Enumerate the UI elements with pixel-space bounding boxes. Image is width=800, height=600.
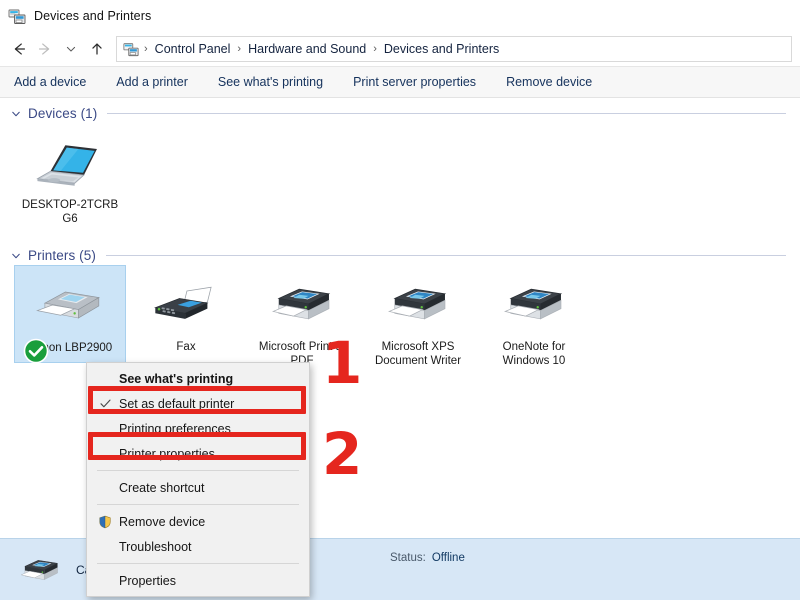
command-remove-device[interactable]: Remove device xyxy=(506,71,608,93)
printer-tile-label: Fax xyxy=(176,341,195,355)
title-bar: Devices and Printers xyxy=(0,0,800,32)
menu-separator xyxy=(97,563,299,564)
breadcrumb-item-devices-and-printers[interactable]: Devices and Printers xyxy=(380,42,503,56)
printer-tile-xps-document-writer[interactable]: Microsoft XPS Document Writer xyxy=(362,265,474,374)
laptop-icon xyxy=(30,131,110,193)
details-status-value: Offline xyxy=(432,551,465,566)
printer-tile-label: Microsoft XPS Document Writer xyxy=(366,341,470,368)
chevron-down-icon[interactable] xyxy=(58,36,84,62)
printer-tile-label: OneNote for Windows 10 xyxy=(482,341,586,368)
menu-item-printer-properties[interactable]: Printer properties xyxy=(87,441,309,466)
devices-printers-icon xyxy=(123,41,139,57)
forward-arrow-icon xyxy=(32,36,58,62)
chevron-down-icon[interactable] xyxy=(10,250,24,262)
group-divider xyxy=(106,255,786,256)
command-bar: Add a device Add a printer See what's pr… xyxy=(0,66,800,98)
menu-item-troubleshoot[interactable]: Troubleshoot xyxy=(87,534,309,559)
device-tile-label: DESKTOP-2TCRB G6 xyxy=(18,199,122,226)
breadcrumb-separator: › xyxy=(236,44,242,55)
printer-tile-canon[interactable]: Canon LBP2900 xyxy=(14,265,126,363)
printers-tile-row: Canon LBP2900 xyxy=(0,265,800,374)
address-bar[interactable]: › Control Panel › Hardware and Sound › D… xyxy=(116,36,792,62)
default-printer-badge-icon xyxy=(23,338,49,364)
command-add-a-device[interactable]: Add a device xyxy=(14,71,102,93)
details-status-column: Status: Offline xyxy=(390,551,465,566)
menu-separator xyxy=(97,504,299,505)
command-see-whats-printing[interactable]: See what's printing xyxy=(218,71,339,93)
group-header-devices[interactable]: Devices (1) xyxy=(0,98,800,123)
address-bar-row: › Control Panel › Hardware and Sound › D… xyxy=(0,32,800,66)
printer-icon xyxy=(14,548,66,592)
breadcrumb-item-control-panel[interactable]: Control Panel xyxy=(151,42,235,56)
printer-icon xyxy=(378,273,458,335)
shield-icon xyxy=(91,515,119,529)
group-divider xyxy=(107,113,786,114)
breadcrumb-separator: › xyxy=(372,44,378,55)
printer-tile-onenote[interactable]: OneNote for Windows 10 xyxy=(478,265,590,374)
printer-icon xyxy=(262,273,342,335)
breadcrumb-separator: › xyxy=(143,44,149,55)
details-status-key: Status: xyxy=(390,551,426,566)
menu-item-set-as-default-printer[interactable]: Set as default printer xyxy=(87,391,309,416)
menu-item-remove-device[interactable]: Remove device xyxy=(87,509,309,534)
fax-icon xyxy=(146,273,226,335)
menu-item-see-whats-printing[interactable]: See what's printing xyxy=(87,366,309,391)
printer-icon xyxy=(494,273,574,335)
command-print-server-properties[interactable]: Print server properties xyxy=(353,71,492,93)
group-title-devices: Devices (1) xyxy=(28,106,97,121)
menu-item-printing-preferences[interactable]: Printing preferences xyxy=(87,416,309,441)
window-title: Devices and Printers xyxy=(34,9,151,23)
device-tile-desktop[interactable]: DESKTOP-2TCRB G6 xyxy=(14,123,126,232)
printer-tile-print-to-pdf[interactable]: Microsoft Print to PDF xyxy=(246,265,358,374)
menu-item-properties[interactable]: Properties xyxy=(87,568,309,593)
menu-item-create-shortcut[interactable]: Create shortcut xyxy=(87,475,309,500)
printer-tile-fax[interactable]: Fax xyxy=(130,265,242,361)
devices-tile-row: DESKTOP-2TCRB G6 xyxy=(0,123,800,232)
back-arrow-icon[interactable] xyxy=(6,36,32,62)
command-add-a-printer[interactable]: Add a printer xyxy=(116,71,204,93)
group-header-printers[interactable]: Printers (5) xyxy=(0,240,800,265)
devices-and-printers-window: Devices and Printers xyxy=(0,0,800,600)
checkmark-icon xyxy=(91,397,119,410)
printer-icon xyxy=(30,274,110,336)
menu-separator xyxy=(97,470,299,471)
chevron-down-icon[interactable] xyxy=(10,108,24,120)
context-menu[interactable]: See what's printing Set as default print… xyxy=(86,362,310,597)
breadcrumb-item-hardware-and-sound[interactable]: Hardware and Sound xyxy=(244,42,370,56)
devices-printers-icon xyxy=(8,7,26,25)
up-arrow-icon[interactable] xyxy=(84,36,110,62)
group-title-printers: Printers (5) xyxy=(28,248,96,263)
